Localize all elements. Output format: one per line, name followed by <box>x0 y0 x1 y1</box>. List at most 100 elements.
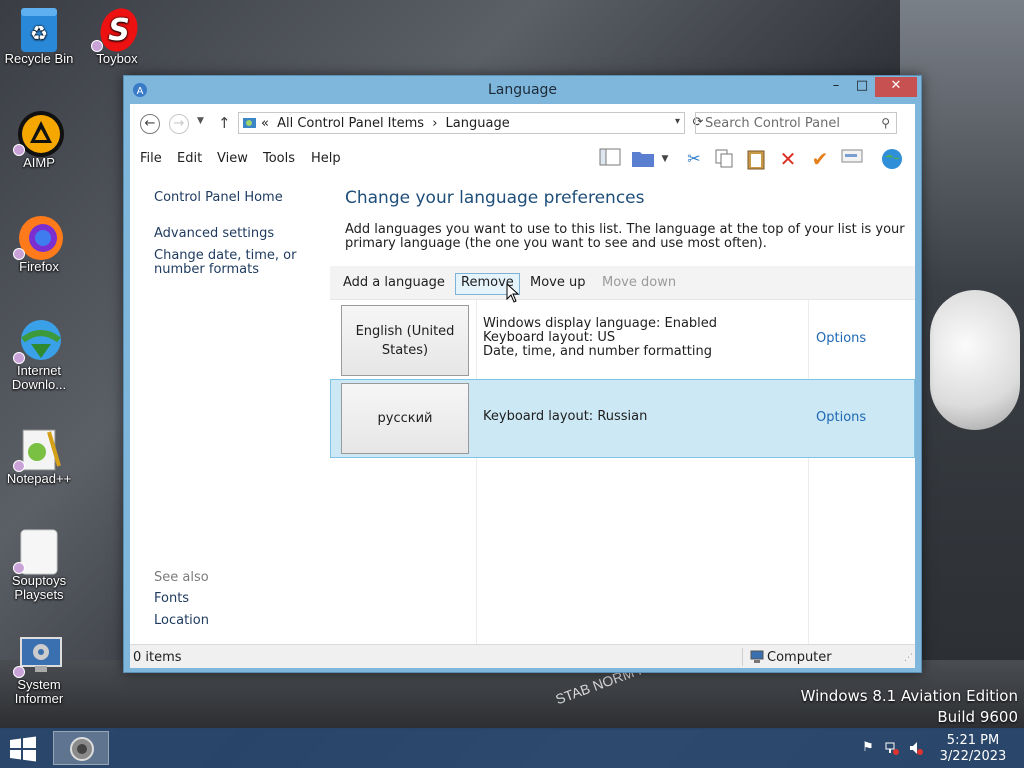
desktop-icon-label: AIMP <box>23 155 55 170</box>
copy-icon[interactable] <box>712 148 736 170</box>
language-tile[interactable]: русский <box>341 383 469 454</box>
address-field[interactable]: « All Control Panel Items › Language ▾ <box>238 112 685 134</box>
advanced-settings-link[interactable]: Advanced settings <box>154 227 274 241</box>
shortcut-arrow-icon <box>13 460 25 472</box>
network-icon[interactable] <box>884 740 900 756</box>
change-date-time-line1: Change date, time, or <box>154 248 297 263</box>
desktop-icon-label: Toybox <box>96 51 138 66</box>
desktop-icon-notepad-plus-plus[interactable]: Notepad++ <box>0 426 78 486</box>
clock-time: 5:21 PM <box>946 733 1000 748</box>
language-detail-line: Keyboard layout: Russian <box>483 409 648 424</box>
search-icon[interactable]: ⚲ <box>881 116 890 130</box>
description-line2: primary language (the one you want to se… <box>345 236 767 251</box>
menu-tools[interactable]: Tools <box>263 151 295 166</box>
globe-icon[interactable] <box>880 148 904 170</box>
breadcrumb-all-control-panel-items[interactable]: All Control Panel Items <box>277 116 424 131</box>
aimp-icon <box>13 110 64 157</box>
zone-label: Computer <box>767 650 832 665</box>
svg-text:♻: ♻ <box>30 21 48 45</box>
language-row-russian[interactable]: русский Keyboard layout: Russian Options <box>330 379 915 458</box>
up-button[interactable]: ↑ <box>218 114 231 132</box>
close-button[interactable]: ✕ <box>875 77 917 97</box>
options-link[interactable]: Options <box>816 331 866 346</box>
language-name-line1: English (United <box>355 323 455 339</box>
breadcrumb-overflow[interactable]: « <box>261 116 269 131</box>
breadcrumb-language[interactable]: Language <box>446 116 510 131</box>
taskbar-control-panel[interactable] <box>53 731 109 765</box>
language-tile[interactable]: English (United States) <box>341 305 469 376</box>
minimize-button[interactable]: – <box>823 77 849 97</box>
start-button[interactable] <box>8 736 38 762</box>
control-panel-home-link[interactable]: Control Panel Home <box>154 191 283 205</box>
desktop-icon-label: System Informer <box>14 677 64 706</box>
gear-icon <box>68 735 96 763</box>
maximize-button[interactable]: □ <box>849 77 875 97</box>
item-count: 0 items <box>133 650 182 665</box>
left-navigation-pane: Control Panel Home Advanced settings Cha… <box>130 176 330 644</box>
taskbar-clock[interactable]: 5:21 PM 3/22/2023 <box>932 733 1014 765</box>
breadcrumb-separator[interactable]: › <box>432 116 437 131</box>
desktop-icon-system-informer[interactable]: System Informer <box>0 632 78 706</box>
volume-muted-icon[interactable] <box>908 740 924 756</box>
add-language-button[interactable]: Add a language <box>337 273 451 295</box>
menu-help[interactable]: Help <box>311 151 341 166</box>
dropdown-icon[interactable]: ▼ <box>658 148 672 170</box>
menu-view[interactable]: View <box>217 151 248 166</box>
breadcrumb: « All Control Panel Items › Language <box>261 116 514 131</box>
menu-edit[interactable]: Edit <box>177 151 202 166</box>
language-row-english[interactable]: English (United States) Windows display … <box>330 300 915 379</box>
desktop-icon-label: Firefox <box>19 259 59 274</box>
address-dropdown-icon[interactable]: ▾ <box>675 116 680 127</box>
address-bar-row: ← → ▼ ↑ « All Control Panel Items › Lang… <box>130 104 915 142</box>
clock-date: 3/22/2023 <box>939 749 1007 764</box>
change-date-time-line2: number formats <box>154 262 260 277</box>
desktop-icon-internet-download-manager[interactable]: Internet Downlo... <box>0 318 78 392</box>
change-date-time-link[interactable]: Change date, time, or number formats <box>154 249 296 277</box>
back-button[interactable]: ← <box>140 114 160 134</box>
paste-icon[interactable] <box>744 148 768 170</box>
title-bar[interactable]: A Language – □ ✕ <box>124 76 921 104</box>
move-down-button[interactable]: Move down <box>596 273 682 295</box>
resize-grip-icon[interactable]: ⋰ <box>904 653 913 663</box>
system-informer-icon <box>13 632 62 678</box>
search-input[interactable] <box>696 113 866 133</box>
control-panel-icon <box>242 116 257 131</box>
internet-download-manager-icon <box>13 318 61 364</box>
recent-locations-icon[interactable]: ▼ <box>197 116 204 126</box>
cut-icon[interactable]: ✂ <box>682 148 706 170</box>
language-list: English (United States) Windows display … <box>330 300 915 644</box>
search-box[interactable]: ⚲ <box>695 112 897 134</box>
desktop-background-knob <box>930 290 1020 430</box>
properties-icon[interactable]: ✔ <box>808 148 832 170</box>
desktop-icon-souptoys[interactable]: Souptoys Playsets <box>0 528 78 602</box>
fonts-link[interactable]: Fonts <box>154 592 189 606</box>
folder-icon[interactable] <box>631 148 655 170</box>
desktop-icon-aimp[interactable]: AIMP <box>0 110 78 170</box>
notepad-plus-plus-icon <box>13 426 61 472</box>
options-link[interactable]: Options <box>816 410 866 425</box>
description-line1: Add languages you want to use to this li… <box>345 222 905 237</box>
rename-icon[interactable] <box>840 148 864 170</box>
language-details: Windows display language: Enabled Keyboa… <box>483 317 717 359</box>
desktop-icon-label: Souptoys Playsets <box>11 573 67 602</box>
forward-button[interactable]: → <box>169 114 189 134</box>
desktop-icon-label: Recycle Bin <box>4 51 74 66</box>
shortcut-arrow-icon <box>13 248 25 260</box>
desktop-icon-label: Notepad++ <box>6 471 72 486</box>
desktop-icon-toybox[interactable]: S Toybox <box>78 6 156 66</box>
language-details: Keyboard layout: Russian <box>483 410 647 424</box>
desktop-icon-recycle-bin[interactable]: ♻ Recycle Bin <box>0 6 78 66</box>
svg-text:S: S <box>108 13 130 48</box>
layout-icon[interactable] <box>598 148 622 170</box>
delete-icon[interactable]: ✕ <box>776 148 800 170</box>
desktop-icon-firefox[interactable]: Firefox <box>0 214 78 274</box>
flag-icon[interactable]: ⚑ <box>860 740 876 756</box>
location-link[interactable]: Location <box>154 614 209 628</box>
window-client-area: ← → ▼ ↑ « All Control Panel Items › Lang… <box>130 104 915 668</box>
shortcut-arrow-icon <box>13 562 25 574</box>
menu-file[interactable]: File <box>140 151 162 166</box>
move-up-button[interactable]: Move up <box>524 273 592 295</box>
language-detail-line: Windows display language: Enabled <box>483 316 718 331</box>
language-detail-line: Keyboard layout: US <box>483 330 616 345</box>
watermark-build: Build 9600 <box>937 708 1018 726</box>
